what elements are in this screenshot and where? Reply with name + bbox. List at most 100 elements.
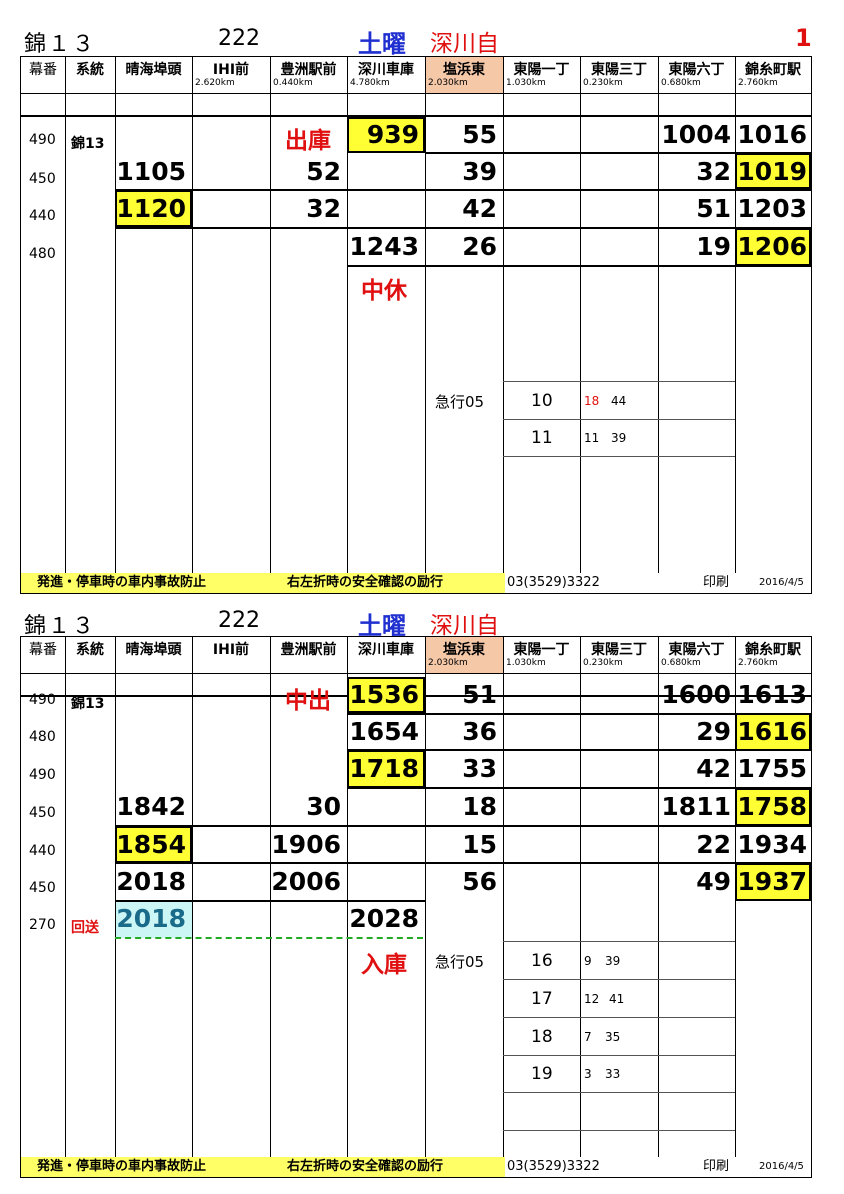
- time-cell: 1718: [349, 754, 419, 783]
- col-kinshi: 錦糸町駅: [745, 642, 801, 658]
- time-cell: 1758: [737, 792, 807, 821]
- time-cell: 1842: [116, 792, 186, 821]
- time-cell: 1854: [116, 830, 186, 859]
- time-cell: 1120: [116, 194, 186, 223]
- sheet-footer: 発進・停車時の車内事故防止 右左折時の安全確認の励行 03(3529)3322 …: [21, 1157, 811, 1177]
- time-cell: 1243: [349, 232, 419, 261]
- time-cell: 18: [462, 792, 497, 821]
- col-toyo6: 東陽六丁: [668, 62, 725, 78]
- maku-cell: 450: [29, 805, 56, 821]
- maku-cell: 490: [29, 692, 56, 708]
- col-toyo3: 東陽三丁: [591, 62, 647, 78]
- col-toyo6: 東陽六丁: [668, 642, 725, 658]
- time-cell: 33: [462, 754, 497, 783]
- time-cell: 1937: [737, 867, 807, 896]
- time-cell: 1600: [661, 680, 731, 709]
- maku-cell: 440: [29, 843, 56, 859]
- time-cell: 32: [696, 157, 731, 186]
- km-toyo6: 0.680km: [661, 78, 701, 88]
- col-toyosu: 豊洲駅前: [280, 62, 337, 78]
- time-cell: 1206: [737, 232, 807, 261]
- deadhead-dash-line: [115, 937, 423, 939]
- depart-note: 出庫: [285, 128, 331, 154]
- maku-cell: 270: [29, 917, 56, 933]
- keito-cell: 錦13: [71, 136, 105, 152]
- express-hour: 16: [531, 951, 553, 971]
- sheet-footer: 発進・停車時の車内事故防止 右左折時の安全確認の励行 03(3529)3322 …: [21, 573, 811, 593]
- time-cell: 51: [696, 194, 731, 223]
- col-maku: 幕番: [29, 62, 57, 78]
- express-minute: 33: [605, 1067, 621, 1081]
- time-cell: 55: [462, 120, 497, 149]
- time-cell: 1203: [737, 194, 807, 223]
- time-cell: 30: [306, 792, 341, 821]
- express-minute: 39: [605, 954, 621, 968]
- col-toyo1: 東陽一丁: [513, 642, 570, 658]
- express-minute: 11: [584, 431, 600, 445]
- time-cell: 42: [462, 194, 497, 223]
- time-cell: 1906: [271, 830, 341, 859]
- time-cell: 1613: [737, 680, 807, 709]
- km-kinshi: 2.760km: [738, 78, 778, 88]
- col-ihi: IHI前: [212, 642, 250, 658]
- maku-cell: 450: [29, 171, 56, 187]
- maku-cell: 490: [29, 132, 56, 148]
- time-cell: 51: [462, 680, 497, 709]
- express-hour: 11: [531, 428, 553, 448]
- time-cell: 2006: [271, 867, 341, 896]
- express-minute: 9: [584, 954, 592, 968]
- time-cell: 1616: [737, 717, 807, 746]
- time-cell: 2018: [116, 867, 186, 896]
- express-minute: 7: [584, 1030, 592, 1044]
- schedule-number: 222: [218, 26, 260, 51]
- time-cell: 15: [462, 830, 497, 859]
- col-toyosu: 豊洲駅前: [280, 642, 337, 658]
- maku-cell: 490: [29, 767, 56, 783]
- km-toyo3: 0.230km: [583, 78, 623, 88]
- express-minute: 18: [584, 394, 600, 408]
- km-toyo6: 0.680km: [661, 658, 701, 668]
- print-date: 2016/4/5: [759, 577, 804, 588]
- keito-cell: 錦13: [71, 696, 105, 712]
- col-toyo1: 東陽一丁: [513, 62, 570, 78]
- safety-note-1: 発進・停車時の車内事故防止: [37, 575, 207, 590]
- time-cell: 29: [696, 717, 731, 746]
- garage-entry-note: 入庫: [361, 952, 407, 978]
- col-harumi: 晴海埠頭: [125, 642, 182, 658]
- time-cell: 1016: [737, 120, 807, 149]
- km-toyosu: 0.440km: [273, 78, 313, 88]
- time-cell: 32: [306, 194, 341, 223]
- time-cell: 19: [696, 232, 731, 261]
- depot-label: 深川自: [430, 613, 499, 639]
- depart-note: 中出: [285, 688, 331, 714]
- km-shiohama: 2.030km: [428, 658, 468, 668]
- time-cell: 1105: [116, 157, 186, 186]
- express-minute: 44: [611, 394, 627, 408]
- express-minute: 35: [605, 1030, 621, 1044]
- col-shiohama: 塩浜東: [443, 642, 485, 658]
- time-cell: 1019: [737, 157, 807, 186]
- km-shiohama: 2.030km: [428, 78, 468, 88]
- maku-cell: 480: [29, 246, 56, 262]
- time-cell: 2028: [349, 904, 419, 933]
- deadhead-label: 回送: [71, 920, 99, 936]
- time-cell: 36: [462, 717, 497, 746]
- time-cell: 1004: [661, 120, 731, 149]
- maku-cell: 450: [29, 880, 56, 896]
- time-cell: 49: [696, 867, 731, 896]
- depot-label: 深川自: [430, 31, 499, 57]
- time-cell: 1536: [349, 680, 419, 709]
- time-cell: 1811: [661, 792, 731, 821]
- col-fukagawa: 深川車庫: [358, 642, 414, 658]
- col-shiohama: 塩浜東: [443, 62, 485, 78]
- time-cell: 42: [696, 754, 731, 783]
- time-cell: 22: [696, 830, 731, 859]
- print-date: 2016/4/5: [759, 1161, 804, 1172]
- col-kinshi: 錦糸町駅: [745, 62, 801, 78]
- timetable-grid: 幕番 系統 晴海埠頭 IHI前 豊洲駅前 深川車庫 塩浜東 東陽一丁 東陽三丁 …: [20, 636, 812, 1178]
- express-minute: 39: [611, 431, 627, 445]
- day-label: 土曜: [358, 30, 406, 58]
- safety-note-1: 発進・停車時の車内事故防止: [37, 1159, 207, 1174]
- safety-note-2: 右左折時の安全確認の励行: [287, 1159, 444, 1174]
- express-minute: 41: [609, 992, 625, 1006]
